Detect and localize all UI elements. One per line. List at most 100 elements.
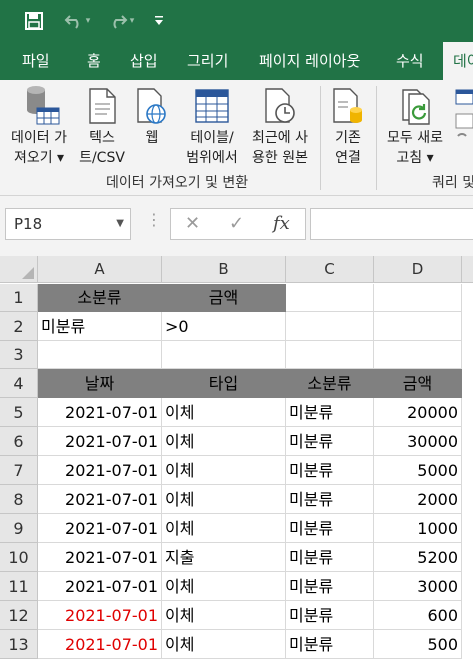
formula-input[interactable] xyxy=(310,208,473,240)
table-cell[interactable]: 미분류 xyxy=(286,514,374,543)
table-cell[interactable]: 2000 xyxy=(374,485,462,514)
table-cell[interactable]: 미분류 xyxy=(286,543,374,572)
table-cell[interactable]: 미분류 xyxy=(286,572,374,601)
table-cell[interactable]: 2021-07-01 xyxy=(38,398,162,427)
table-cell[interactable]: 미분류 xyxy=(286,398,374,427)
table-cell[interactable]: 2021-07-01 xyxy=(38,485,162,514)
table-cell[interactable]: 이체 xyxy=(162,514,286,543)
row-header[interactable]: 9 xyxy=(0,514,38,543)
row-header[interactable]: 3 xyxy=(0,341,38,369)
criteria-header-cell[interactable]: 금액 xyxy=(162,284,286,312)
table-cell[interactable]: 2021-07-01 xyxy=(38,601,162,630)
empty-cell[interactable] xyxy=(38,341,162,369)
tab-home[interactable]: 홈 xyxy=(87,42,101,80)
table-cell[interactable]: 이체 xyxy=(162,572,286,601)
row-header[interactable]: 11 xyxy=(0,572,38,601)
criteria-value-cell[interactable]: 미분류 xyxy=(38,312,162,341)
recent-sources-button[interactable]: 최근에 사 용한 원본 xyxy=(246,84,314,168)
table-header-cell[interactable]: 날짜 xyxy=(38,369,162,398)
chevron-down-icon[interactable]: ▼ xyxy=(116,209,124,239)
table-header-cell[interactable]: 소분류 xyxy=(286,369,374,398)
row-header[interactable]: 5 xyxy=(0,398,38,427)
table-cell[interactable]: 5200 xyxy=(374,543,462,572)
column-header-a[interactable]: A xyxy=(38,256,162,283)
existing-connections-button[interactable]: 기존 연결 xyxy=(326,84,370,168)
row-header[interactable]: 13 xyxy=(0,630,38,659)
title-bar: ▾ ▾ xyxy=(0,0,473,42)
drag-handle-icon[interactable]: ⋮ xyxy=(146,210,162,229)
row-header[interactable]: 4 xyxy=(0,369,38,398)
tab-draw[interactable]: 그리기 xyxy=(187,42,228,80)
empty-cell[interactable] xyxy=(374,284,462,312)
table-cell[interactable]: 미분류 xyxy=(286,485,374,514)
column-header-b[interactable]: B xyxy=(162,256,286,283)
tab-page-layout[interactable]: 페이지 레이아웃 xyxy=(259,42,360,80)
row-header[interactable]: 8 xyxy=(0,485,38,514)
table-cell[interactable]: 이체 xyxy=(162,427,286,456)
empty-cell[interactable] xyxy=(374,341,462,369)
table-cell[interactable]: 2021-07-01 xyxy=(38,543,162,572)
tab-data[interactable]: 데이 xyxy=(443,42,473,80)
from-table-range-button[interactable]: 테이블/ 범위에서 xyxy=(180,84,244,168)
table-cell[interactable]: 2021-07-01 xyxy=(38,456,162,485)
row-header[interactable]: 7 xyxy=(0,456,38,485)
criteria-value-cell[interactable]: >0 xyxy=(162,312,286,341)
get-data-button[interactable]: 데이터 가 져오기 ▾ xyxy=(4,84,74,168)
table-cell[interactable]: 2021-07-01 xyxy=(38,630,162,659)
row-header[interactable]: 10 xyxy=(0,543,38,572)
table-cell[interactable]: 5000 xyxy=(374,456,462,485)
table-header-cell[interactable]: 금액 xyxy=(374,369,462,398)
web-button[interactable]: 웹 xyxy=(132,84,172,148)
column-header-d[interactable]: D xyxy=(374,256,462,283)
table-cell[interactable]: 지출 xyxy=(162,543,286,572)
table-header-cell[interactable]: 타입 xyxy=(162,369,286,398)
column-header-e[interactable] xyxy=(462,256,473,283)
empty-cell[interactable] xyxy=(286,341,374,369)
tab-file[interactable]: 파일 xyxy=(22,42,50,80)
select-all-button[interactable] xyxy=(0,256,38,283)
table-cell[interactable]: 600 xyxy=(374,601,462,630)
enter-icon[interactable]: ✓ xyxy=(229,213,244,234)
row-header[interactable]: 2 xyxy=(0,312,38,341)
table-cell[interactable]: 이체 xyxy=(162,601,286,630)
empty-cell[interactable] xyxy=(374,312,462,341)
row-header[interactable]: 6 xyxy=(0,427,38,456)
empty-cell[interactable] xyxy=(286,312,374,341)
table-cell[interactable]: 미분류 xyxy=(286,601,374,630)
tab-formulas[interactable]: 수식 xyxy=(396,42,424,80)
insert-function-icon[interactable]: fx xyxy=(273,213,290,234)
table-cell[interactable]: 2021-07-01 xyxy=(38,572,162,601)
criteria-header-cell[interactable]: 소분류 xyxy=(38,284,162,312)
recent-sources-label-1: 최근에 사 xyxy=(252,130,308,146)
name-box[interactable]: P18 ▼ xyxy=(5,208,131,240)
redo-icon[interactable]: ▾ xyxy=(104,9,138,33)
table-cell[interactable]: 이체 xyxy=(162,630,286,659)
table-cell[interactable]: 2021-07-01 xyxy=(38,514,162,543)
table-cell[interactable]: 미분류 xyxy=(286,630,374,659)
empty-cell[interactable] xyxy=(286,284,374,312)
table-cell[interactable]: 20000 xyxy=(374,398,462,427)
queries-connections-icons[interactable] xyxy=(454,88,473,148)
undo-icon[interactable]: ▾ xyxy=(60,9,94,33)
empty-cell[interactable] xyxy=(162,341,286,369)
table-cell[interactable]: 미분류 xyxy=(286,427,374,456)
table-cell[interactable]: 3000 xyxy=(374,572,462,601)
table-cell[interactable]: 미분류 xyxy=(286,456,374,485)
customize-icon[interactable] xyxy=(150,9,168,33)
row-header[interactable]: 12 xyxy=(0,601,38,630)
cancel-icon[interactable]: ✕ xyxy=(185,213,200,234)
table-cell[interactable]: 1000 xyxy=(374,514,462,543)
save-icon[interactable] xyxy=(22,9,46,33)
table-cell[interactable]: 30000 xyxy=(374,427,462,456)
row-header[interactable]: 1 xyxy=(0,284,38,312)
table-cell[interactable]: 이체 xyxy=(162,398,286,427)
tab-insert[interactable]: 삽입 xyxy=(130,42,158,80)
column-header-c[interactable]: C xyxy=(286,256,374,283)
table-cell[interactable]: 500 xyxy=(374,630,462,659)
refresh-all-button[interactable]: 모두 새로 고침 ▾ xyxy=(380,84,450,168)
table-cell[interactable]: 이체 xyxy=(162,456,286,485)
table-cell[interactable]: 이체 xyxy=(162,485,286,514)
table-cell[interactable]: 2021-07-01 xyxy=(38,427,162,456)
text-csv-button[interactable]: 텍스 트/CSV xyxy=(76,84,128,168)
name-box-value: P18 xyxy=(14,215,43,233)
